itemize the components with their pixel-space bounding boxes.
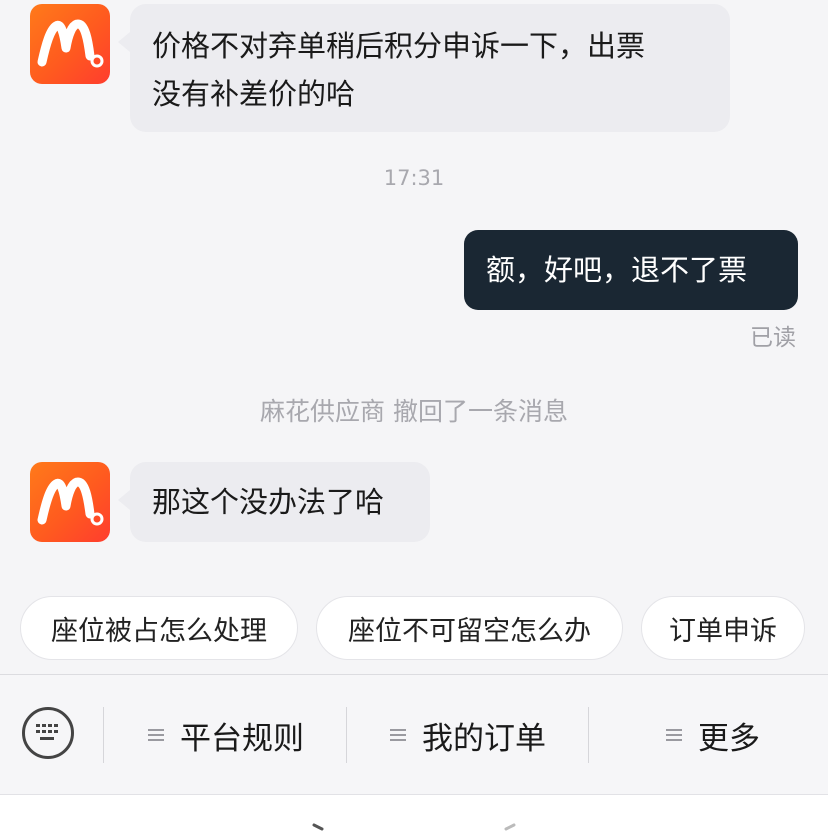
chip-label: 订单申诉 [669,615,777,647]
read-status: 已读 [750,325,796,351]
menu-more[interactable]: 更多 [666,703,760,767]
menu-divider [103,707,104,763]
message-text: 那这个没办法了哈 [152,485,385,519]
incoming-message-bubble[interactable]: 那这个没办法了哈 [118,462,430,542]
bottom-menu-bar: 平台规则 我的订单 更多 [0,674,828,795]
supplier-avatar[interactable] [30,462,110,542]
menu-label: 平台规则 [180,720,304,757]
supplier-avatar[interactable] [30,4,110,84]
recall-notice: 麻花供应商 撤回了一条消息 [260,397,568,426]
navigation-bar [0,794,828,831]
menu-list-icon [390,726,406,744]
menu-platform-rules[interactable]: 平台规则 [148,703,304,767]
menu-label: 我的订单 [422,720,546,757]
chip-label: 座位被占怎么处理 [51,615,267,647]
menu-divider [346,707,347,763]
quick-reply-order-appeal[interactable]: 订单申诉 [641,596,805,660]
menu-my-orders[interactable]: 我的订单 [390,703,546,767]
menu-list-icon [148,726,164,744]
menu-divider [588,707,589,763]
brand-logo-icon [37,19,104,68]
quick-reply-seat-empty[interactable]: 座位不可留空怎么办 [316,596,623,660]
message-text-line: 没有补差价的哈 [152,77,356,111]
incoming-message-bubble[interactable]: 价格不对弃单稍后积分申诉一下，出票 没有补差价的哈 [118,4,730,132]
message-text: 额，好吧，退不了票 [486,253,748,287]
message-timestamp: 17:31 [383,166,445,190]
menu-list-icon [666,726,682,744]
nav-arrows-icon [312,823,516,831]
chip-label: 座位不可留空怎么办 [348,615,591,647]
menu-label: 更多 [698,720,760,757]
keyboard-toggle-button[interactable] [22,707,74,759]
quick-reply-seat-occupied[interactable]: 座位被占怎么处理 [20,596,298,660]
outgoing-message-bubble[interactable]: 额，好吧，退不了票 [464,230,798,310]
message-text-line: 价格不对弃单稍后积分申诉一下，出票 [152,29,646,63]
keyboard-icon [36,724,58,740]
brand-logo-icon [37,477,104,526]
